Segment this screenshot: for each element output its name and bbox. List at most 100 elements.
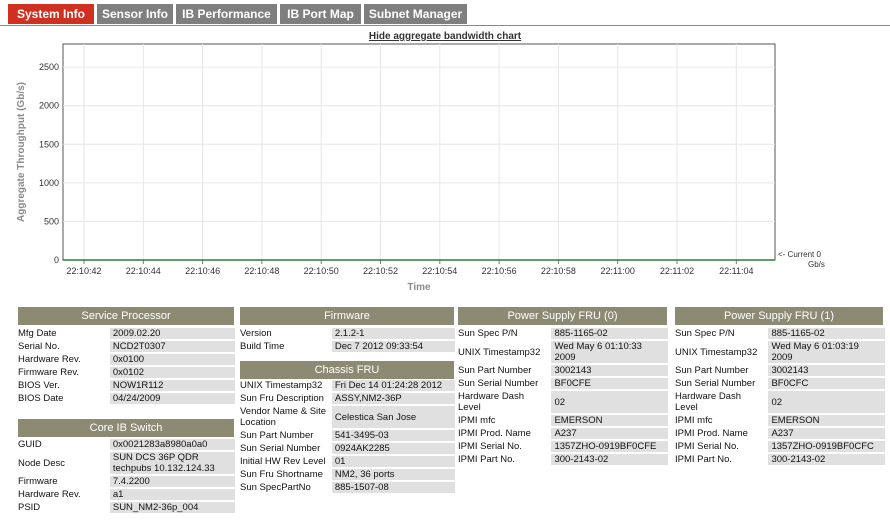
service-processor-key: Serial No. (15, 341, 110, 352)
power-supply-1-row: IPMI Prod. Name A237 (672, 428, 885, 439)
power-supply-0-key: IPMI Part No. (455, 454, 552, 465)
core-ib-switch-header: Core IB Switch (18, 419, 234, 437)
chassis-fru-value: 0924AK2285 (331, 443, 455, 454)
chassis-fru-row: Sun Serial Number 0924AK2285 (237, 443, 455, 454)
firmware-key: Version (237, 328, 332, 339)
x-tick-label: 22:10:48 (244, 266, 279, 276)
power-supply-1-key: Sun Spec P/N (672, 328, 769, 339)
core-ib-switch-table: GUID 0x0021283a8980a0a0 Node Desc SUN DCS 3… (15, 437, 235, 515)
power-supply-1-value: BF0CFC (768, 378, 885, 389)
tab-sensor-info[interactable]: Sensor Info (97, 4, 173, 24)
y-axis-label: Aggregate Throughput (Gb/s) (16, 82, 27, 222)
chassis-fru-value: ASSY,NM2-36P (331, 393, 455, 404)
chassis-fru-row: Initial HW Rev Level 01 (237, 456, 455, 467)
power-supply-0-value: 300-2143-02 (551, 454, 668, 465)
power-supply-0-value: A237 (551, 428, 668, 439)
tab-ib-port-map[interactable]: IB Port Map (280, 4, 361, 24)
firmware-row: Version 2.1.2-1 (237, 328, 455, 339)
plot-area (62, 43, 776, 261)
tab-ib-performance[interactable]: IB Performance (176, 4, 277, 24)
power-supply-0-value: 3002143 (551, 365, 668, 376)
chassis-fru-key: Initial HW Rev Level (237, 456, 332, 467)
chassis-fru-value: NM2, 36 ports (331, 469, 455, 480)
core-ib-switch-key: Node Desc (15, 452, 110, 474)
service-processor-key: BIOS Date (15, 393, 110, 404)
x-tick-label: 22:10:46 (185, 266, 220, 276)
chassis-fru-value: Fri Dec 14 01:24:28 2012 (331, 380, 455, 391)
chassis-fru-row: Sun Fru Description ASSY,NM2-36P (237, 393, 455, 404)
power-supply-1-row: Sun Spec P/N 885-1165-02 (672, 328, 885, 339)
power-supply-0-row: Sun Serial Number BF0CFE (455, 378, 668, 389)
power-supply-0-value: 1357ZHO-0919BF0CFE (551, 441, 668, 452)
power-supply-0-row: IPMI mfc EMERSON (455, 415, 668, 426)
power-supply-0-value: 885-1165-02 (551, 328, 668, 339)
power-supply-1-row: IPMI Serial No. 1357ZHO-0919BF0CFC (672, 441, 885, 452)
chassis-fru-row: Vendor Name & Site Location Celestica San… (237, 406, 455, 428)
power-supply-1-value: 300-2143-02 (768, 454, 885, 465)
service-processor-row: Hardware Rev. 0x0100 (15, 354, 235, 365)
y-tick-label: 1500 (39, 139, 59, 149)
chassis-fru-key: Vendor Name & Site Location (237, 406, 332, 428)
chassis-fru-value: 01 (331, 456, 455, 467)
service-processor-value: 0x0102 (109, 367, 235, 378)
x-tick-label: 22:10:50 (304, 266, 339, 276)
power-supply-0-key: UNIX Timestamp32 (455, 341, 552, 363)
y-tick-label: 2000 (39, 101, 59, 111)
power-supply-0-value: 02 (551, 391, 668, 413)
core-ib-switch-row: PSID SUN_NM2-36p_004 (15, 502, 235, 513)
chassis-fru-row: Sun Part Number 541-3495-03 (237, 430, 455, 441)
power-supply-1-value: 3002143 (768, 365, 885, 376)
chassis-fru-row: UNIX Timestamp32 Fri Dec 14 01:24:28 2012 (237, 380, 455, 391)
y-tick-label: 0 (54, 255, 59, 265)
service-processor-key: Hardware Rev. (15, 354, 110, 365)
power-supply-0-row: IPMI Part No. 300-2143-02 (455, 454, 668, 465)
power-supply-0-value: Wed May 6 01:10:33 2009 (551, 341, 668, 363)
power-supply-1-value: EMERSON (768, 415, 885, 426)
core-ib-switch-row: Node Desc SUN DCS 36P QDR techpubs 10.132… (15, 452, 235, 474)
y-tick-label: 2500 (39, 62, 59, 72)
power-supply-1-key: UNIX Timestamp32 (672, 341, 769, 363)
power-supply-0-row: Sun Part Number 3002143 (455, 365, 668, 376)
service-processor-row: Serial No. NCD2T0307 (15, 341, 235, 352)
power-supply-1-key: Hardware Dash Level (672, 391, 769, 413)
power-supply-0-header: Power Supply FRU (0) (458, 307, 667, 325)
core-ib-switch-key: PSID (15, 502, 110, 513)
power-supply-1-row: Hardware Dash Level 02 (672, 391, 885, 413)
current-value-unit: Gb/s (808, 260, 825, 269)
power-supply-0-key: Sun Spec P/N (455, 328, 552, 339)
core-ib-switch-value: 7.4.2200 (109, 476, 235, 487)
firmware-key: Build Time (237, 341, 332, 352)
core-ib-switch-value: 0x0021283a8980a0a0 (109, 439, 235, 450)
service-processor-row: BIOS Ver. NOW1R112 (15, 380, 235, 391)
chassis-fru-row: Sun Fru Shortname NM2, 36 ports (237, 469, 455, 480)
chassis-fru-key: Sun Fru Description (237, 393, 332, 404)
core-ib-switch-row: GUID 0x0021283a8980a0a0 (15, 439, 235, 450)
x-tick-label: 22:11:04 (719, 266, 753, 276)
power-supply-1-value: A237 (768, 428, 885, 439)
aggregate-throughput-chart: 0 500 1000 1500 2000 2500 22:10:42 22:10:44 22:1… (16, 43, 825, 293)
firmware-value: Dec 7 2012 09:33:54 (331, 341, 455, 352)
tab-subnet-manager[interactable]: Subnet Manager (364, 4, 467, 24)
power-supply-1-row: UNIX Timestamp32 Wed May 6 01:03:19 2009 (672, 341, 885, 363)
power-supply-1-key: IPMI Prod. Name (672, 428, 769, 439)
service-processor-value: 04/24/2009 (109, 393, 235, 404)
power-supply-0-key: Hardware Dash Level (455, 391, 552, 413)
chassis-fru-key: Sun SpecPartNo (237, 482, 332, 493)
power-supply-1-header: Power Supply FRU (1) (675, 307, 883, 325)
firmware-table: Version 2.1.2-1 Build Time Dec 7 2012 09:33… (237, 326, 455, 354)
firmware-row: Build Time Dec 7 2012 09:33:54 (237, 341, 455, 352)
power-supply-0-table: Sun Spec P/N 885-1165-02 UNIX Timestamp32 W… (455, 326, 668, 467)
service-processor-row: Mfg Date 2009.02.20 (15, 328, 235, 339)
firmware-header: Firmware (240, 307, 454, 325)
x-tick-label: 22:10:54 (422, 266, 457, 276)
power-supply-1-key: Sun Serial Number (672, 378, 769, 389)
tab-system-info[interactable]: System Info (8, 4, 94, 24)
core-ib-switch-row: Hardware Rev. a1 (15, 489, 235, 500)
core-ib-switch-row: Firmware 7.4.2200 (15, 476, 235, 487)
power-supply-1-row: IPMI mfc EMERSON (672, 415, 885, 426)
chassis-fru-value: 885-1507-08 (331, 482, 455, 493)
power-supply-0-value: BF0CFE (551, 378, 668, 389)
core-ib-switch-key: Firmware (15, 476, 110, 487)
service-processor-row: Firmware Rev. 0x0102 (15, 367, 235, 378)
power-supply-1-key: IPMI Part No. (672, 454, 769, 465)
